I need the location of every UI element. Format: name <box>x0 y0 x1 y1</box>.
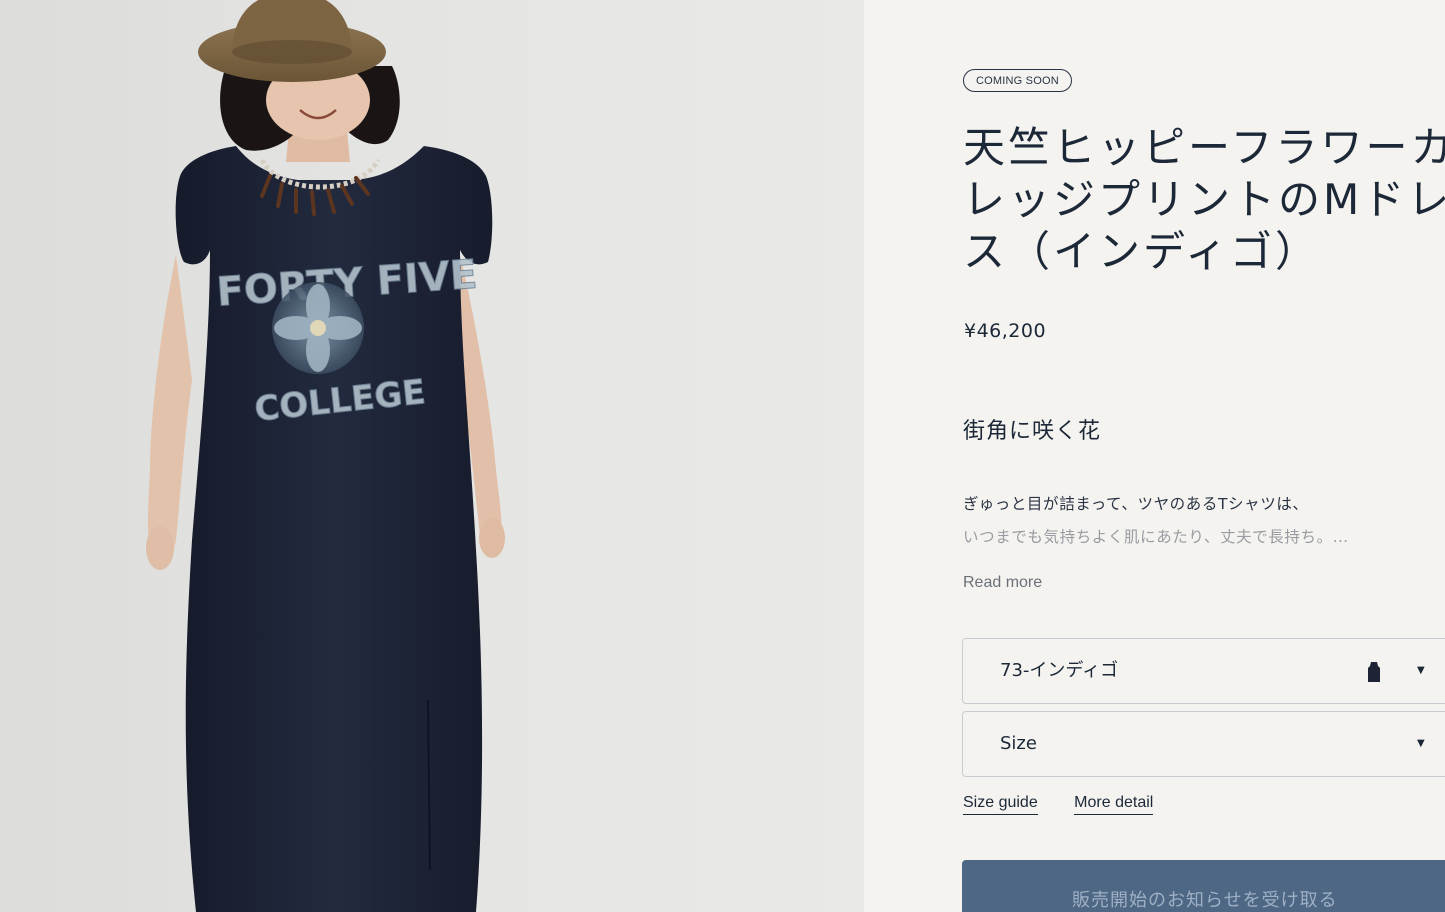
color-select-value: 73-インディゴ <box>1000 660 1119 681</box>
product-title-line: ス（インディゴ） <box>963 227 1321 276</box>
product-title: 天竺ヒッピーフラワーカ レッジプリントのMドレ ス（インディゴ） <box>963 122 1445 278</box>
coming-soon-badge: COMING SOON <box>963 69 1072 92</box>
product-title-line: レッジプリントのMドレ <box>963 175 1445 224</box>
size-guide-link[interactable]: Size guide <box>963 794 1038 815</box>
product-price: ¥46,200 <box>964 320 1047 342</box>
product-description: ぎゅっと目が詰まって、ツヤのあるTシャツは、 いつまでも気持ちよく肌にあたり、丈… <box>963 488 1433 554</box>
size-select-value: Size <box>1000 733 1037 754</box>
notify-me-button[interactable]: 販売開始のお知らせを受け取る <box>962 860 1445 912</box>
read-more-link[interactable]: Read more <box>963 574 1042 592</box>
model-illustration: FORTY FIVE COLLEGE <box>146 0 505 912</box>
product-image[interactable]: FORTY FIVE COLLEGE <box>0 0 864 912</box>
description-line-faded: いつまでも気持ちよく肌にあたり、丈夫で長持ち。… <box>963 528 1349 546</box>
product-subtitle: 街角に咲く花 <box>963 419 1102 444</box>
color-select[interactable]: 73-インディゴ ▼ <box>962 638 1445 704</box>
chevron-down-icon: ▼ <box>1417 738 1425 749</box>
more-detail-link[interactable]: More detail <box>1074 794 1154 815</box>
product-info-panel: COMING SOON 天竺ヒッピーフラワーカ レッジプリントのMドレ ス（イン… <box>864 0 1445 912</box>
product-page: FORTY FIVE COLLEGE COMING SOON 天竺ヒッピーフラワ… <box>0 0 1445 912</box>
left-arm <box>148 255 192 561</box>
size-select[interactable]: Size ▼ <box>962 711 1445 777</box>
description-line: ぎゅっと目が詰まって、ツヤのあるTシャツは、 <box>963 495 1309 513</box>
product-title-line: 天竺ヒッピーフラワーカ <box>963 123 1445 172</box>
product-links: Size guide More detail <box>963 794 1185 815</box>
dress-swatch-icon <box>1368 662 1380 682</box>
chevron-down-icon: ▼ <box>1417 665 1425 676</box>
